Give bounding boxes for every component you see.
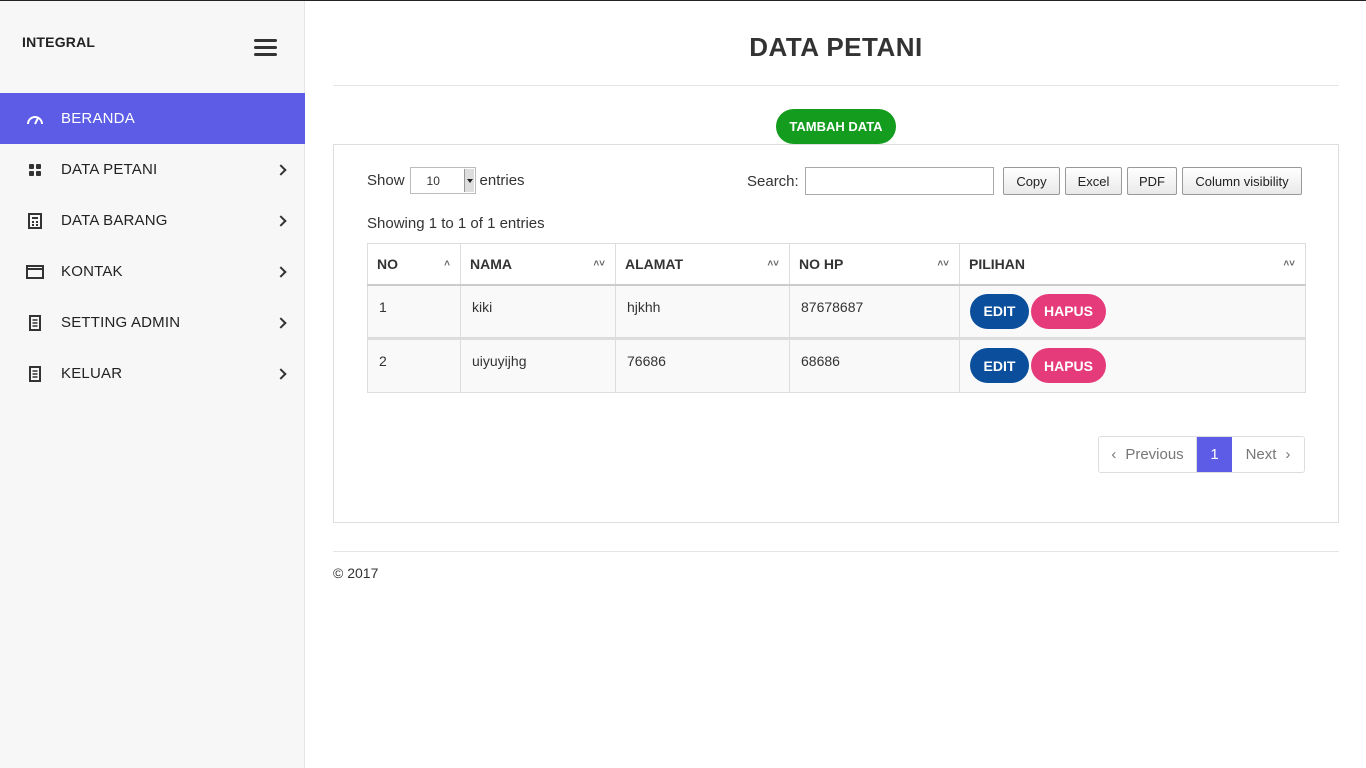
search-label: Search: bbox=[747, 172, 799, 190]
previous-page-button[interactable]: ‹ Previous bbox=[1099, 437, 1197, 472]
copy-button[interactable]: Copy bbox=[1003, 167, 1060, 195]
gauge-icon bbox=[26, 110, 44, 128]
document-icon bbox=[26, 365, 44, 383]
chevron-right-icon bbox=[275, 265, 287, 278]
edit-button[interactable]: EDIT bbox=[970, 348, 1029, 383]
export-buttons: Copy Excel PDF Column visibility bbox=[1003, 167, 1307, 195]
column-header-nama[interactable]: NAMA ˄˅ bbox=[460, 243, 616, 286]
previous-label: Previous bbox=[1125, 446, 1184, 463]
add-data-button[interactable]: TAMBAH DATA bbox=[776, 109, 896, 144]
data-table: NO ˄ NAMA ˄˅ ALAMAT ˄˅ NO HP ˄˅ PILIHAN ˄˅ 1 … bbox=[367, 243, 1306, 393]
sidebar-item-label: SETTING ADMIN bbox=[61, 314, 181, 331]
delete-button[interactable]: HAPUS bbox=[1031, 293, 1106, 329]
calculator-icon bbox=[26, 212, 44, 230]
chevron-right-icon bbox=[275, 163, 287, 176]
sidebar-item-kontak[interactable]: KONTAK bbox=[0, 246, 305, 297]
column-header-label: NAMA bbox=[470, 255, 512, 272]
entries-select-value: 10 bbox=[426, 173, 440, 188]
next-page-button[interactable]: Next › bbox=[1232, 437, 1304, 472]
footer-divider bbox=[333, 551, 1339, 552]
sort-icon: ˄˅ bbox=[593, 258, 605, 270]
sort-asc-icon: ˄ bbox=[444, 258, 450, 270]
sort-icon: ˄˅ bbox=[767, 258, 779, 270]
column-header-label: ALAMAT bbox=[625, 255, 684, 272]
search-control: Search: bbox=[747, 167, 994, 195]
data-table-panel: Show 10 entries Search: Copy Excel PDF C… bbox=[333, 144, 1339, 523]
sidebar-item-setting-admin[interactable]: SETTING ADMIN bbox=[0, 297, 305, 348]
chevron-right-icon: › bbox=[1285, 446, 1291, 463]
pdf-button[interactable]: PDF bbox=[1127, 167, 1177, 195]
sidebar: INTEGRAL BERANDA DATA PETANI DATA BARANG bbox=[0, 1, 305, 768]
chevron-right-icon bbox=[275, 316, 287, 329]
chevron-left-icon: ‹ bbox=[1111, 446, 1117, 463]
edit-button[interactable]: EDIT bbox=[970, 293, 1029, 329]
cell-actions: EDIT HAPUS bbox=[959, 284, 1306, 339]
sidebar-item-keluar[interactable]: KELUAR bbox=[0, 348, 305, 399]
sort-icon: ˄˅ bbox=[937, 258, 949, 270]
table-header-row: NO ˄ NAMA ˄˅ ALAMAT ˄˅ NO HP ˄˅ PILIHAN ˄˅ bbox=[367, 243, 1306, 286]
pagination: ‹ Previous 1 Next › bbox=[1098, 436, 1305, 473]
column-header-label: NO HP bbox=[799, 255, 844, 272]
column-header-alamat[interactable]: ALAMAT ˄˅ bbox=[615, 243, 790, 286]
sidebar-item-label: BERANDA bbox=[61, 110, 135, 127]
sidebar-item-data-petani[interactable]: DATA PETANI bbox=[0, 144, 305, 195]
entries-select[interactable]: 10 bbox=[409, 167, 476, 194]
page-title: DATA PETANI bbox=[749, 32, 923, 62]
menu-toggle-icon[interactable] bbox=[254, 39, 278, 57]
column-header-no[interactable]: NO ˄ bbox=[367, 243, 461, 286]
excel-button[interactable]: Excel bbox=[1065, 167, 1122, 195]
column-header-no-hp[interactable]: NO HP ˄˅ bbox=[789, 243, 960, 286]
title-divider bbox=[333, 85, 1339, 86]
show-label: Show bbox=[367, 172, 405, 189]
table-row: 2 uiyuyijhg 76686 68686 EDIT HAPUS bbox=[367, 337, 1306, 393]
table-info: Showing 1 to 1 of 1 entries bbox=[367, 215, 545, 232]
column-visibility-button[interactable]: Column visibility bbox=[1182, 167, 1302, 195]
column-header-pilihan[interactable]: PILIHAN ˄˅ bbox=[959, 243, 1306, 286]
dropdown-caret-icon bbox=[463, 169, 474, 192]
column-header-label: NO bbox=[377, 255, 398, 272]
cell-alamat: 76686 bbox=[615, 337, 790, 393]
cell-no-hp: 87678687 bbox=[789, 284, 960, 339]
column-header-label: PILIHAN bbox=[969, 255, 1025, 272]
cell-no-hp: 68686 bbox=[789, 337, 960, 393]
sort-icon: ˄˅ bbox=[1283, 258, 1295, 270]
table-row: 1 kiki hjkhh 87678687 EDIT HAPUS bbox=[367, 284, 1306, 339]
cell-alamat: hjkhh bbox=[615, 284, 790, 339]
sidebar-item-data-barang[interactable]: DATA BARANG bbox=[0, 195, 305, 246]
chevron-right-icon bbox=[275, 214, 287, 227]
cell-no: 2 bbox=[367, 337, 461, 393]
cell-actions: EDIT HAPUS bbox=[959, 337, 1306, 393]
grid-icon bbox=[26, 161, 44, 179]
entries-label: entries bbox=[479, 172, 525, 189]
window-icon bbox=[26, 263, 44, 281]
sidebar-item-beranda[interactable]: BERANDA bbox=[0, 93, 305, 144]
entries-length-control: Show 10 entries bbox=[367, 167, 525, 194]
cell-nama: uiyuyijhg bbox=[460, 337, 616, 393]
cell-nama: kiki bbox=[460, 284, 616, 339]
sidebar-item-label: KONTAK bbox=[61, 263, 123, 280]
search-input[interactable] bbox=[804, 167, 994, 195]
sidebar-nav: BERANDA DATA PETANI DATA BARANG KONTAK S… bbox=[0, 93, 305, 399]
cell-no: 1 bbox=[367, 284, 461, 339]
footer-copyright: © 2017 bbox=[333, 565, 379, 581]
page-number-button[interactable]: 1 bbox=[1197, 437, 1232, 472]
document-icon bbox=[26, 314, 44, 332]
brand-logo: INTEGRAL bbox=[22, 34, 96, 50]
sidebar-item-label: KELUAR bbox=[61, 365, 123, 382]
chevron-right-icon bbox=[275, 367, 287, 380]
sidebar-item-label: DATA PETANI bbox=[61, 161, 158, 178]
sidebar-item-label: DATA BARANG bbox=[61, 212, 168, 229]
next-label: Next bbox=[1245, 446, 1277, 463]
delete-button[interactable]: HAPUS bbox=[1031, 348, 1106, 383]
